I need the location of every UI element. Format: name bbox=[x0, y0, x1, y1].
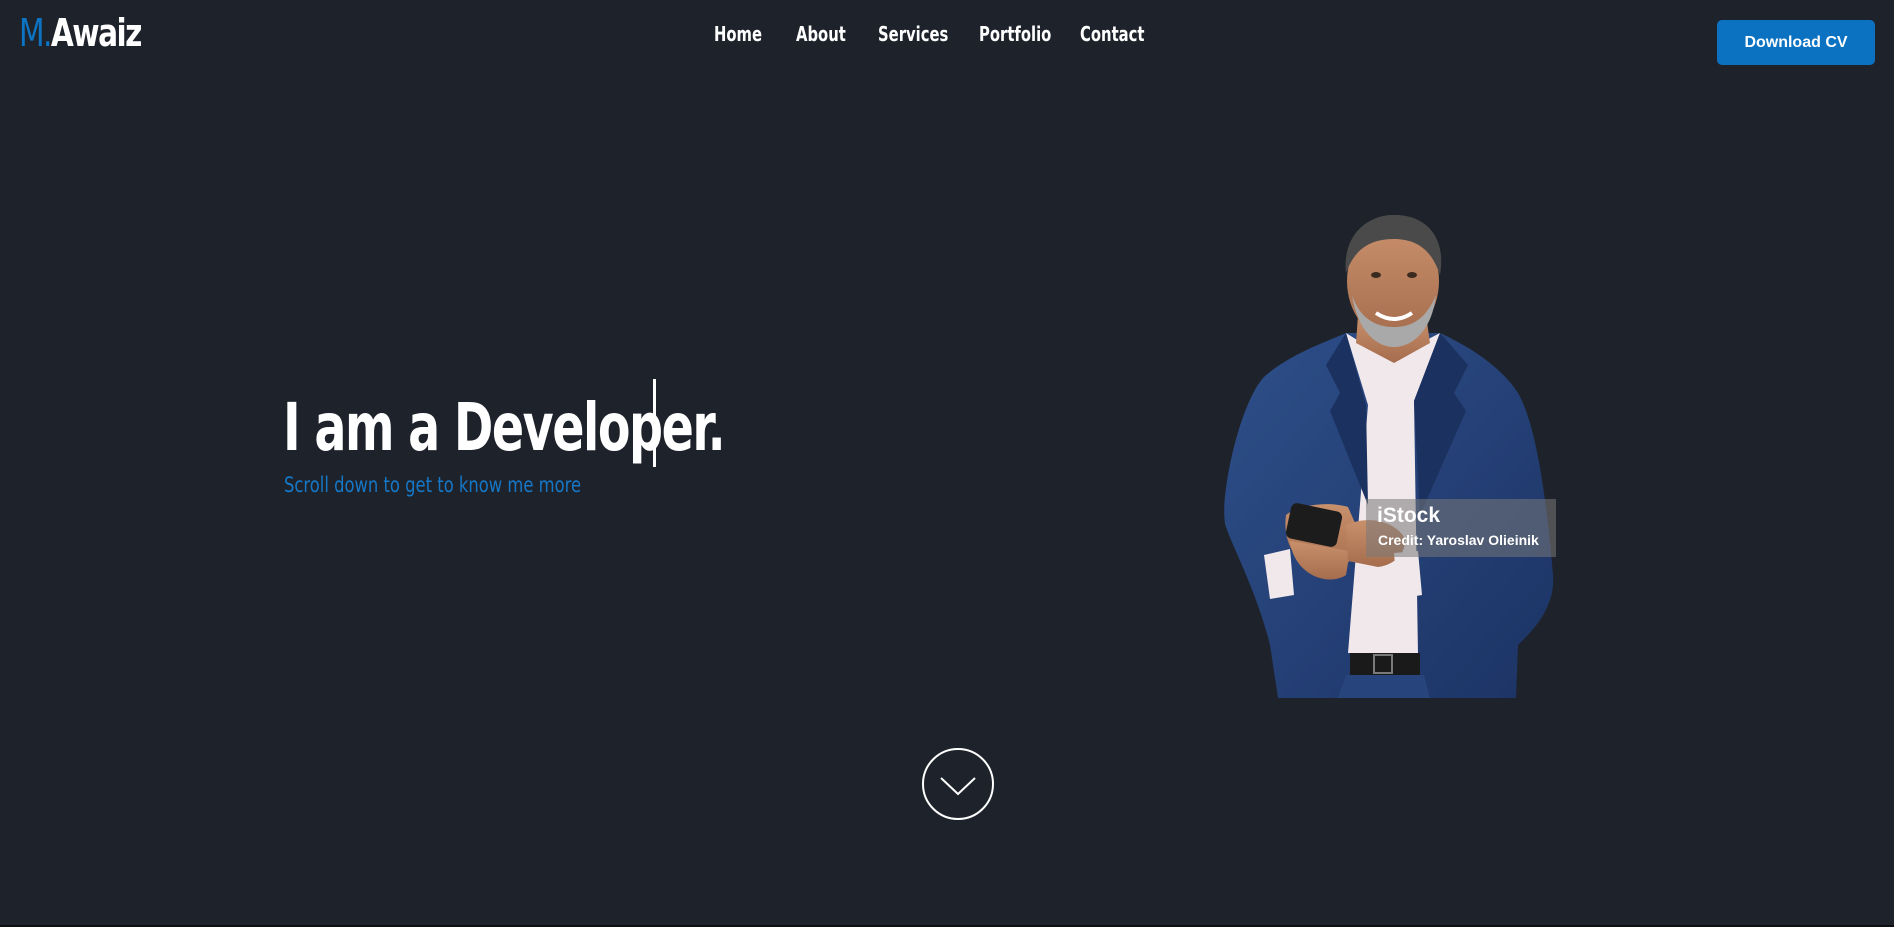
watermark-credit: Credit: Yaroslav Olieinik bbox=[1378, 532, 1539, 548]
istock-watermark: iStock Credit: Yaroslav Olieinik bbox=[1366, 499, 1556, 557]
nav-item-contact[interactable]: Contact bbox=[1080, 20, 1144, 48]
chevron-down-icon bbox=[940, 777, 976, 796]
nav-item-about[interactable]: About bbox=[796, 20, 846, 48]
scroll-down-button[interactable] bbox=[922, 748, 994, 820]
hero-subline: Scroll down to get to know me more bbox=[284, 473, 582, 497]
main-nav: Home About Services Portfolio Contact bbox=[0, 20, 1894, 48]
nav-item-home[interactable]: Home bbox=[714, 20, 762, 48]
watermark-brand: iStock bbox=[1377, 504, 1441, 527]
download-cv-button[interactable]: Download CV bbox=[1717, 20, 1875, 65]
nav-item-services[interactable]: Services bbox=[878, 20, 948, 48]
hero-portrait-image bbox=[1224, 215, 1554, 698]
hero-headline: I am a Developer. bbox=[283, 389, 726, 466]
typing-caret bbox=[653, 379, 656, 467]
nav-item-portfolio[interactable]: Portfolio bbox=[979, 20, 1051, 48]
